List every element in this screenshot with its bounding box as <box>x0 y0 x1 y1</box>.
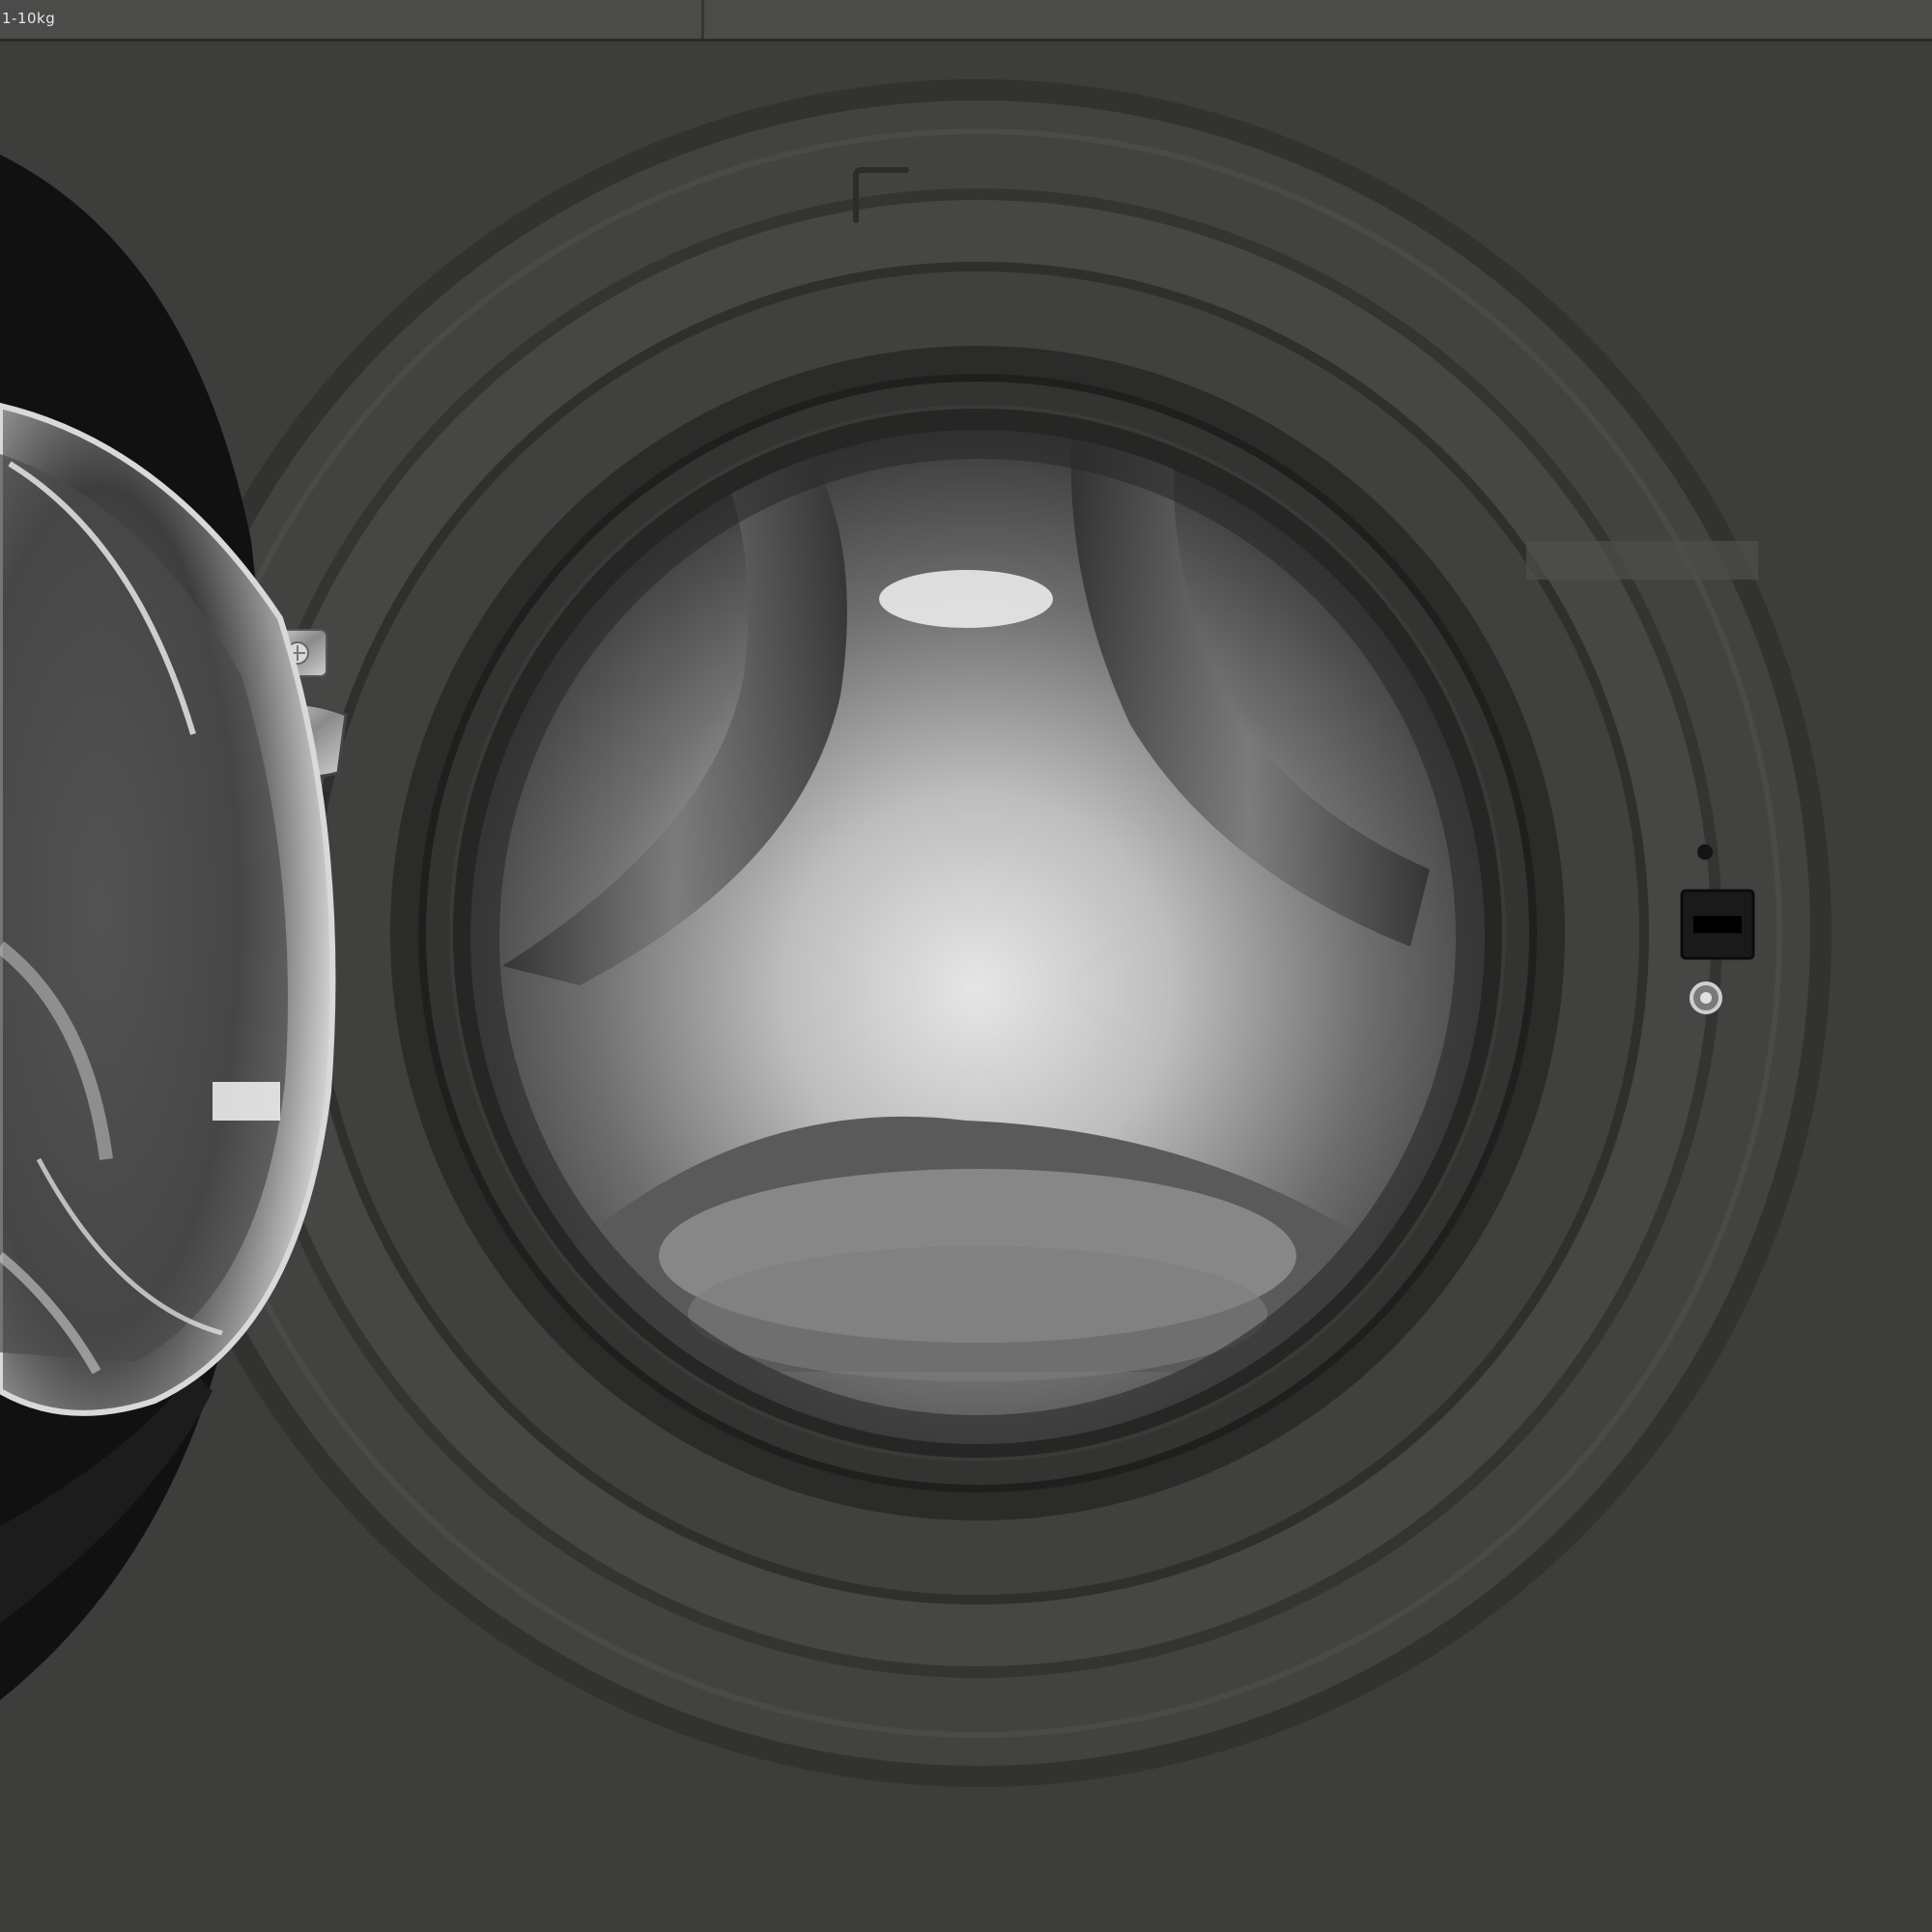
machine-illustration <box>0 79 1832 1787</box>
washing-machine-front: 1-10kg <box>0 0 1932 1932</box>
indicator-led-icon <box>1697 844 1713 860</box>
